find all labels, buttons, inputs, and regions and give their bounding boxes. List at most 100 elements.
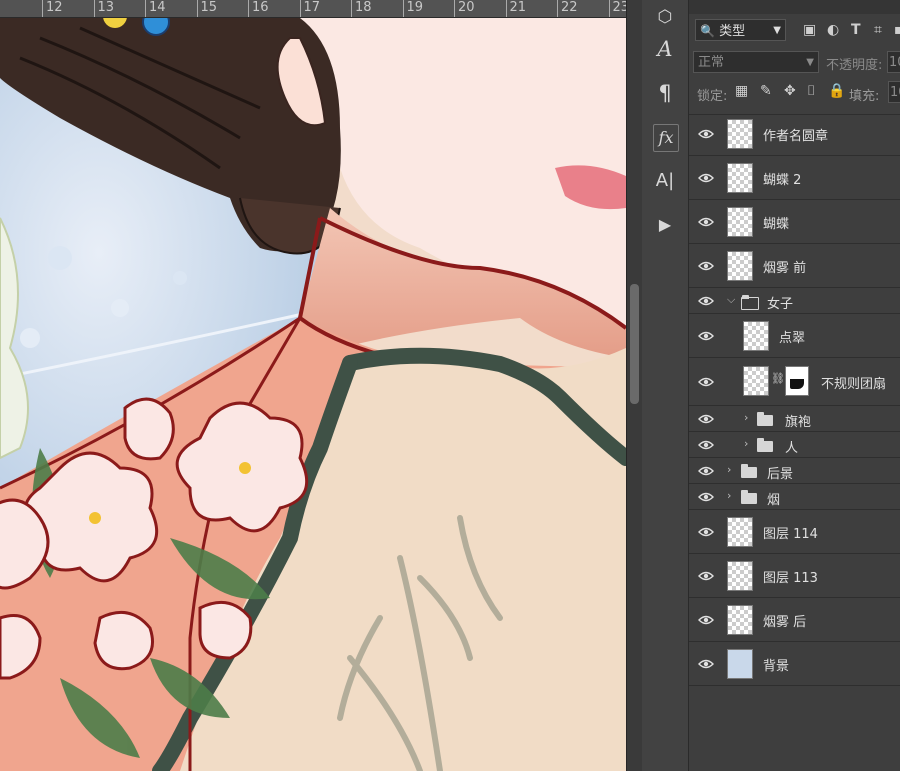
blend-mode-select[interactable]: 正常 ▼ <box>693 51 819 73</box>
eye-icon[interactable] <box>698 358 714 405</box>
text-caret-icon[interactable]: A| <box>650 166 680 196</box>
filter-type-icon[interactable]: T <box>851 19 861 41</box>
fx-styles-icon[interactable]: fx <box>653 124 679 152</box>
chevron-down-icon[interactable]: ⌵ <box>727 293 735 307</box>
layer-group-row[interactable]: › 后景 <box>689 458 900 484</box>
filter-kind-label: 类型 <box>719 24 746 39</box>
artwork <box>0 18 626 771</box>
ruler-tick-label: 13 <box>93 0 114 17</box>
layer-name: 烟 <box>767 493 781 508</box>
layer-name: 点翠 <box>779 331 806 346</box>
character-text-icon[interactable]: A <box>650 34 680 64</box>
layer-row[interactable]: 蝴蝶 <box>689 200 900 244</box>
layer-name: 蝴蝶 2 <box>763 173 802 188</box>
layer-group-row[interactable]: › 烟 <box>689 484 900 510</box>
layer-group-row[interactable]: ⌵ 女子 <box>689 288 900 314</box>
canvas-vertical-scrollbar[interactable] <box>626 0 642 771</box>
layer-name: 作者名圆章 <box>763 129 829 144</box>
link-chain-icon[interactable]: ⛓ <box>771 372 785 385</box>
ruler-tick-label: 19 <box>402 0 423 17</box>
eye-icon[interactable] <box>698 244 714 287</box>
opacity-input[interactable]: 10 <box>887 51 900 73</box>
layer-mask-thumbnail[interactable] <box>785 366 809 396</box>
paragraph-icon[interactable]: ¶ <box>650 78 680 108</box>
eye-icon[interactable] <box>698 112 714 155</box>
layer-name: 蝴蝶 <box>763 217 790 232</box>
chevron-right-icon[interactable]: › <box>744 411 748 424</box>
layer-thumbnail <box>727 561 753 591</box>
layer-filter-row: 🔍 类型 ▼ ▣ ◐ T ⌗ ▪ <box>689 19 900 47</box>
layer-row[interactable]: ⛓ 不规则团扇 <box>689 358 900 406</box>
filter-smart-object-icon[interactable]: ▪ <box>894 19 900 41</box>
eye-icon[interactable] <box>698 642 714 685</box>
fill-input[interactable]: 10 <box>888 81 900 103</box>
opacity-label: 不透明度: <box>826 58 883 73</box>
layer-name: 图层 114 <box>763 527 818 542</box>
folder-open-icon <box>741 295 759 310</box>
eye-icon[interactable] <box>698 510 714 553</box>
layer-thumbnail <box>727 207 753 237</box>
eye-icon[interactable] <box>698 156 714 199</box>
ruler-tick-label: 17 <box>299 0 320 17</box>
ruler-tick-label: 12 <box>42 0 63 17</box>
ruler-tick-label: 14 <box>145 0 166 17</box>
folder-icon <box>757 412 773 426</box>
filter-adjustment-icon[interactable]: ◐ <box>827 19 839 41</box>
layer-row[interactable]: 点翠 <box>689 314 900 358</box>
ruler-tick-label: 15 <box>196 0 217 17</box>
lock-transparent-icon[interactable]: ▦ <box>735 80 748 102</box>
layers-panel: 🔍 类型 ▼ ▣ ◐ T ⌗ ▪ 正常 ▼ 不透明度: 10 锁定: ▦ ✎ ✥… <box>689 0 900 771</box>
panel-tool-strip: ⬡ A ¶ fx A| ▶ <box>642 0 689 771</box>
lock-move-icon[interactable]: ✥ <box>784 80 796 102</box>
search-icon: 🔍 <box>700 24 715 38</box>
layer-row[interactable]: 背景 <box>689 642 900 686</box>
layer-thumbnail <box>727 605 753 635</box>
filter-kind-select[interactable]: 🔍 类型 ▼ <box>695 19 786 41</box>
chevron-right-icon[interactable]: › <box>727 489 731 502</box>
play-action-icon[interactable]: ▶ <box>650 210 680 240</box>
layer-row[interactable]: 作者名圆章 <box>689 112 900 156</box>
ruler-tick-label: 22 <box>557 0 578 17</box>
eye-icon[interactable] <box>698 314 714 357</box>
eye-icon[interactable] <box>698 200 714 243</box>
filter-pixel-icon[interactable]: ▣ <box>803 19 816 41</box>
layer-thumbnail <box>727 163 753 193</box>
layer-row[interactable]: 图层 114 <box>689 510 900 554</box>
scrollbar-thumb[interactable] <box>630 284 639 404</box>
lock-all-icon[interactable]: 🔒 <box>828 80 845 102</box>
filter-shape-icon[interactable]: ⌗ <box>874 19 882 41</box>
eye-icon[interactable] <box>698 458 714 483</box>
lock-artboard-icon[interactable]: ⌷ <box>807 80 815 102</box>
layer-name: 人 <box>785 441 799 456</box>
chevron-right-icon[interactable]: › <box>727 463 731 476</box>
layer-group-row[interactable]: › 人 <box>689 432 900 458</box>
layer-row[interactable]: 烟雾 后 <box>689 598 900 642</box>
layer-thumbnail <box>727 649 753 679</box>
eye-icon[interactable] <box>698 406 714 431</box>
folder-icon <box>741 464 757 478</box>
layer-name: 背景 <box>763 659 790 674</box>
layer-row[interactable]: 图层 113 <box>689 554 900 598</box>
cube-3d-icon[interactable]: ⬡ <box>650 2 680 32</box>
layer-row[interactable]: 烟雾 前 <box>689 244 900 288</box>
chevron-down-icon: ▼ <box>773 25 781 36</box>
lock-label: 锁定: <box>697 89 728 104</box>
panel-tab-strip <box>689 0 900 14</box>
layer-name: 女子 <box>767 297 794 312</box>
eye-icon[interactable] <box>698 484 714 509</box>
layer-group-row[interactable]: › 旗袍 <box>689 406 900 432</box>
layer-name: 后景 <box>767 467 794 482</box>
document-canvas[interactable] <box>0 18 626 771</box>
eye-icon[interactable] <box>698 554 714 597</box>
chevron-right-icon[interactable]: › <box>744 437 748 450</box>
horizontal-ruler[interactable]: 12 13 14 15 16 17 18 19 20 21 22 23 <box>0 0 629 18</box>
folder-icon <box>757 438 773 452</box>
eye-icon[interactable] <box>698 288 714 313</box>
layer-row[interactable]: 蝴蝶 2 <box>689 156 900 200</box>
blend-row: 正常 ▼ 不透明度: 10 <box>689 51 900 79</box>
eye-icon[interactable] <box>698 598 714 641</box>
layer-name: 烟雾 前 <box>763 261 807 276</box>
lock-brush-icon[interactable]: ✎ <box>760 80 772 102</box>
layer-name: 烟雾 后 <box>763 615 807 630</box>
eye-icon[interactable] <box>698 432 714 457</box>
